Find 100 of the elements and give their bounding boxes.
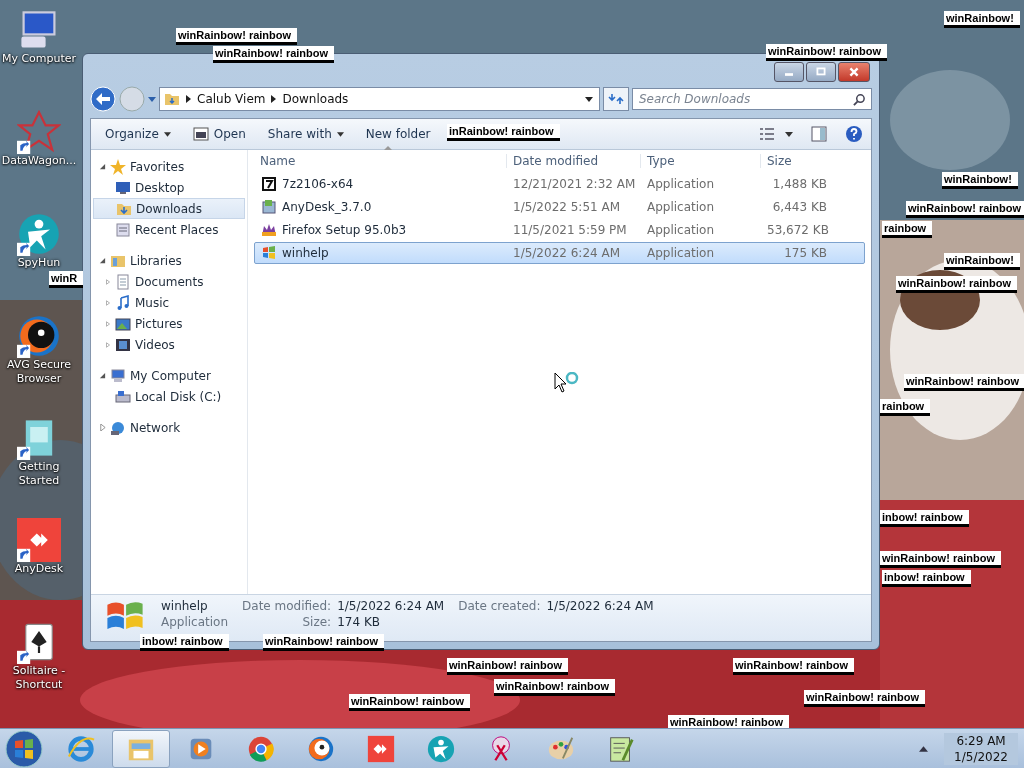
caret-icon[interactable] (785, 131, 793, 137)
close-button[interactable] (838, 62, 870, 82)
sidebar-item[interactable]: Videos (91, 334, 247, 355)
file-name: winhelp (161, 599, 209, 613)
sidebar-item[interactable]: Favorites (91, 156, 247, 177)
back-button[interactable] (90, 86, 116, 112)
glitch-text: winRainbow! (944, 253, 1020, 270)
desktop-icon-label[interactable]: SpyHun (17, 256, 61, 270)
field-label: Size: (301, 615, 332, 629)
type-cell-text: Application (646, 200, 716, 214)
breadcrumb-item[interactable]: Calub Viem (197, 92, 266, 106)
taskbar-button[interactable] (112, 729, 170, 768)
sidebar-item[interactable]: Pictures (91, 313, 247, 334)
sidebar-item[interactable]: Libraries (91, 250, 247, 271)
archive-icon (261, 176, 277, 192)
expand-arrow-icon[interactable] (99, 372, 106, 379)
caret-icon[interactable] (585, 96, 593, 102)
close-icon (848, 66, 860, 78)
file-name: AnyDesk_3.7.0 (282, 200, 372, 214)
glitch-text: winRainbow! rainbow (176, 28, 298, 45)
minimize-button[interactable] (774, 62, 804, 82)
music-note-icon (115, 294, 131, 311)
glitch-text: rainbow (880, 399, 931, 416)
glitch-text: winRainbow! rainbow (349, 694, 471, 711)
toolbar-button[interactable]: Share with (261, 124, 350, 144)
type-cell-text: Application (646, 223, 716, 237)
glitch-text: inbow! rainbow (880, 510, 969, 527)
browser-icon (66, 733, 96, 764)
start-button[interactable] (4, 728, 44, 768)
film-icon (115, 336, 131, 353)
glitch-text: inbow! rainbow (140, 634, 229, 651)
expand-arrow-icon[interactable] (99, 257, 106, 264)
glitch-text: winRainbow! rainbow (213, 46, 335, 63)
glitch-text: winRainbow! rainbow (447, 658, 569, 675)
date-cell-text: 1/5/2022 5:51 AM (512, 200, 622, 214)
glitch-text: winRainbow! rainbow (766, 44, 888, 61)
column-header[interactable]: Size (760, 154, 830, 168)
sidebar-item[interactable]: Local Disk (C:) (91, 386, 247, 407)
document-icon (115, 273, 131, 290)
file-row[interactable]: Firefox Setup 95.0b3 11/5/2021 5:59 PM Application 53,672 KB (254, 219, 865, 241)
installer-icon (261, 199, 277, 215)
clock[interactable]: 6:29 AM 1/5/2022 (944, 732, 1018, 765)
desktop-icon-label[interactable]: Getting Started (0, 460, 78, 488)
crown-icon (261, 222, 277, 238)
sidebar-item[interactable]: Network (91, 417, 247, 438)
column-header[interactable]: Name (254, 154, 506, 168)
field-value: 1/5/2022 6:24 AM (337, 599, 445, 613)
field-label: Date created: (458, 599, 541, 613)
chevron-icon[interactable] (186, 95, 191, 103)
star-outline-icon[interactable] (17, 110, 61, 154)
search-field[interactable]: Search Downloads (632, 88, 872, 110)
glitch-text: winRainbow! (944, 11, 1020, 28)
glitch-text: winRainbow! rainbow (904, 374, 1024, 391)
help-icon[interactable] (845, 125, 863, 143)
sort-arrow-icon (384, 146, 392, 150)
preview-pane-icon[interactable] (811, 126, 827, 142)
breadcrumb-item[interactable]: Downloads (282, 92, 349, 106)
date-cell-text: 12/21/2021 2:32 AM (512, 177, 637, 191)
sidebar-item[interactable]: My Computer (91, 365, 247, 386)
sidebar-item[interactable]: Music (91, 292, 247, 313)
star-icon (110, 158, 126, 175)
desktop-icon-label[interactable]: My Computer (1, 52, 77, 66)
toolbar-button[interactable]: New folder (359, 124, 437, 144)
file-row[interactable]: winhelp 1/5/2022 6:24 AM Application 175 KB (254, 242, 865, 264)
field-value: 1/5/2022 6:24 AM (546, 599, 654, 613)
sidebar-item[interactable]: Desktop (91, 177, 247, 198)
date-cell-text: 11/5/2021 5:59 PM (512, 223, 628, 237)
toolbar-button[interactable]: Organize (99, 124, 177, 144)
sidebar-item[interactable]: Documents (91, 271, 247, 292)
figure-icon[interactable] (17, 212, 61, 256)
caret-icon (163, 131, 171, 137)
address-bar[interactable]: Calub Viem Downloads (159, 87, 600, 111)
type-cell-text: Application (646, 246, 716, 260)
desktop-icon-label[interactable]: AnyDesk (14, 562, 64, 576)
toolbar-button[interactable]: Open (186, 123, 252, 145)
expand-arrow-icon[interactable] (99, 163, 106, 170)
sidebar-item[interactable]: Recent Places (91, 219, 247, 240)
file-row[interactable]: AnyDesk_3.7.0 1/5/2022 5:51 AM Application 6,443 KB (254, 196, 865, 218)
view-options-icon[interactable] (759, 126, 775, 142)
file-row[interactable]: 7z2106-x64 12/21/2021 2:32 AM Application 1,488 KB (254, 173, 865, 195)
file-name: 7z2106-x64 (282, 177, 354, 191)
desktop-icon-label[interactable]: DataWagon... (1, 154, 77, 168)
glitch-text: winRainbow! rainbow (906, 201, 1024, 218)
desktop-icon-label[interactable]: AVG Secure Browser (0, 358, 78, 386)
file-name: winhelp (282, 246, 329, 260)
window-icon (192, 126, 209, 142)
column-header[interactable]: Type (640, 154, 760, 168)
desktop-icon-label[interactable]: Solitaire - Shortcut (0, 664, 78, 692)
glitch-text: winRainbow! rainbow (494, 679, 616, 696)
lock-icon[interactable] (17, 314, 61, 358)
sidebar-item[interactable]: Downloads (93, 198, 245, 219)
tray-expand-icon[interactable] (919, 745, 929, 752)
maximize-button[interactable] (806, 62, 836, 82)
maximize-icon (815, 66, 827, 78)
refresh-button[interactable] (603, 87, 629, 111)
chevron-icon[interactable] (271, 95, 277, 103)
search-icon[interactable] (853, 93, 866, 106)
field-label: Date modified: (242, 599, 332, 613)
image-icon (115, 315, 131, 332)
column-header[interactable]: Date modified (506, 154, 640, 168)
